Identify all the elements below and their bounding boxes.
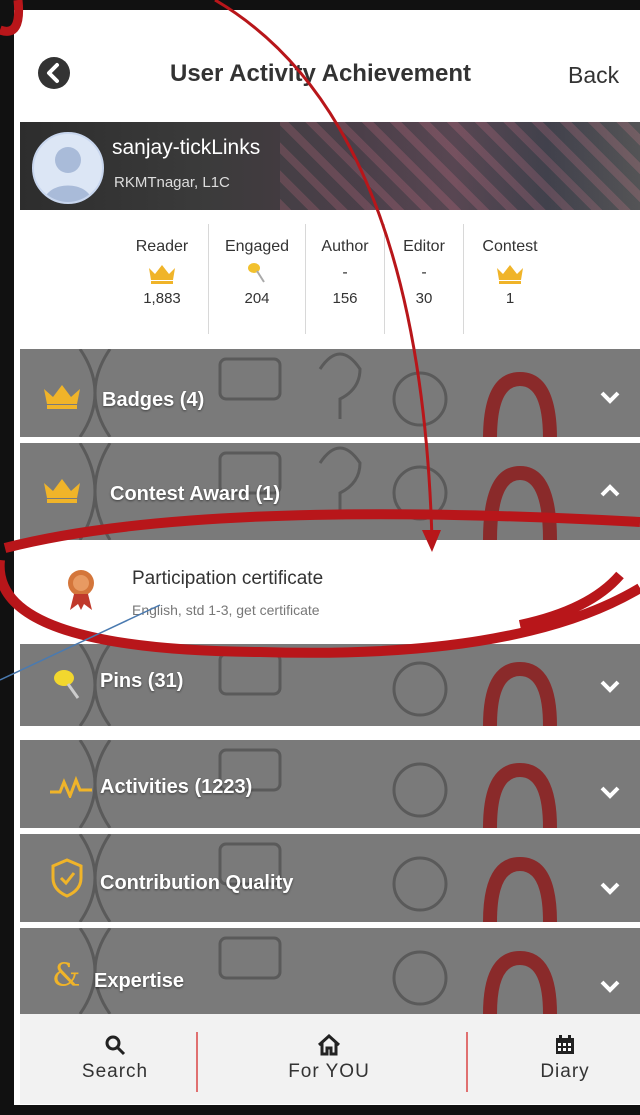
frame-top bbox=[0, 0, 640, 10]
stat-label: Contest bbox=[482, 238, 538, 255]
shield-icon bbox=[50, 858, 84, 903]
home-icon bbox=[274, 1033, 384, 1061]
chevron-down-icon[interactable] bbox=[598, 389, 622, 410]
crown-icon bbox=[42, 381, 82, 414]
stat-contest[interactable]: Contest 1 bbox=[464, 224, 556, 334]
banner-pattern bbox=[280, 122, 640, 210]
svg-text:&: & bbox=[52, 958, 80, 992]
section-label: Badges (4) bbox=[102, 389, 205, 411]
stat-value: 1 bbox=[505, 290, 515, 307]
crown-icon bbox=[42, 475, 82, 508]
section-expertise[interactable]: & Expertise bbox=[20, 928, 640, 1014]
nav-search[interactable]: Search bbox=[70, 1014, 160, 1104]
chevron-down-icon[interactable] bbox=[598, 678, 622, 699]
nav-label: For YOU bbox=[288, 1061, 370, 1082]
page-title: User Activity Achievement bbox=[170, 60, 472, 87]
back-circle-icon[interactable] bbox=[38, 57, 70, 89]
nav-divider bbox=[196, 1032, 198, 1092]
profile-banner: sanjay-tickLinks RKMTnagar, L1C bbox=[20, 122, 640, 210]
nav-for-you[interactable]: For YOU bbox=[274, 1014, 384, 1104]
avatar[interactable] bbox=[32, 132, 104, 204]
back-button[interactable]: Back bbox=[568, 62, 619, 89]
activity-icon bbox=[48, 775, 94, 803]
crown-icon bbox=[472, 256, 548, 290]
chevron-down-icon[interactable] bbox=[598, 880, 622, 901]
user-name[interactable]: sanjay-tickLinks bbox=[112, 136, 260, 160]
section-contest-award[interactable]: Contest Award (1) bbox=[20, 443, 640, 540]
nav-diary[interactable]: Diary bbox=[520, 1014, 610, 1104]
stat-author[interactable]: Author - 156 bbox=[306, 224, 385, 334]
stat-engaged[interactable]: Engaged 204 bbox=[209, 224, 306, 334]
pin-icon bbox=[217, 256, 297, 290]
crown-icon bbox=[124, 256, 200, 290]
stat-value: 204 bbox=[244, 290, 270, 307]
chevron-down-icon[interactable] bbox=[598, 784, 622, 805]
stat-value: 1,883 bbox=[143, 290, 181, 307]
section-label: Expertise bbox=[94, 970, 185, 992]
nav-divider bbox=[466, 1032, 468, 1092]
ampersand-icon: & bbox=[50, 956, 84, 997]
medal-icon bbox=[66, 568, 96, 617]
stat-value: 30 bbox=[415, 290, 433, 307]
calendar-icon bbox=[520, 1034, 610, 1061]
stat-label: Engaged bbox=[224, 238, 290, 255]
stat-label: Author bbox=[321, 238, 369, 255]
section-pins[interactable]: Pins (31) bbox=[20, 644, 640, 726]
stat-reader[interactable]: Reader 1,883 bbox=[116, 224, 209, 334]
stat-value: 156 bbox=[332, 290, 358, 307]
search-icon bbox=[70, 1034, 160, 1061]
nav-label: Search bbox=[81, 1061, 149, 1082]
chevron-up-icon[interactable] bbox=[598, 483, 622, 504]
stats-row: Reader 1,883 Engaged 204 Author - 156 Ed… bbox=[116, 224, 556, 334]
nav-label: Diary bbox=[540, 1061, 590, 1082]
stat-label: Reader bbox=[135, 238, 189, 255]
award-title: Participation certificate bbox=[132, 568, 324, 589]
frame-left bbox=[0, 0, 14, 1115]
pin-icon bbox=[50, 666, 86, 707]
user-location: RKMTnagar, L1C bbox=[114, 174, 230, 191]
app-screen: User Activity Achievement Back sanjay-ti… bbox=[20, 14, 640, 1104]
stat-editor[interactable]: Editor - 30 bbox=[385, 224, 464, 334]
stat-dash: - bbox=[421, 264, 427, 281]
stat-dash: - bbox=[342, 264, 348, 281]
section-label: Contribution Quality bbox=[100, 872, 294, 894]
award-item[interactable]: Participation certificate English, std 1… bbox=[20, 540, 640, 642]
section-label: Pins (31) bbox=[100, 670, 184, 692]
app-header: User Activity Achievement Back bbox=[20, 14, 640, 122]
section-contribution-quality[interactable]: Contribution Quality bbox=[20, 834, 640, 922]
chevron-down-icon[interactable] bbox=[598, 978, 622, 999]
section-activities[interactable]: Activities (1223) bbox=[20, 740, 640, 828]
section-label: Contest Award (1) bbox=[110, 483, 281, 505]
section-badges[interactable]: Badges (4) bbox=[20, 349, 640, 437]
frame-bottom bbox=[0, 1105, 640, 1115]
award-subtitle: English, std 1-3, get certificate bbox=[132, 602, 320, 618]
bottom-nav: Search For YOU Diary bbox=[20, 1014, 640, 1104]
section-label: Activities (1223) bbox=[100, 776, 253, 798]
stat-label: Editor bbox=[403, 238, 445, 255]
